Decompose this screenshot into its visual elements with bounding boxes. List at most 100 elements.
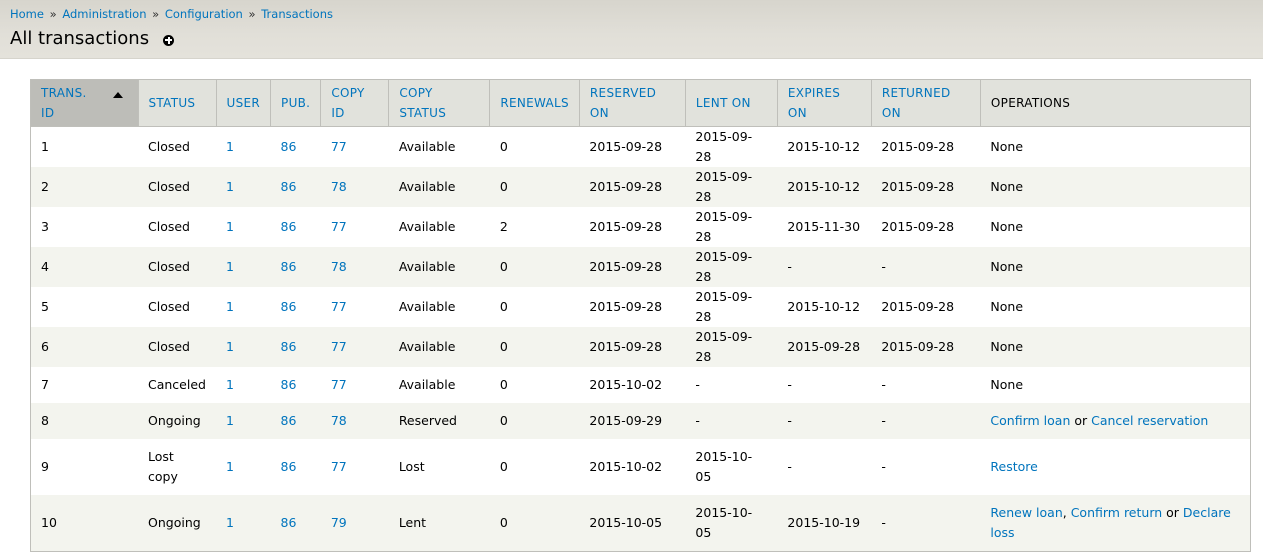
breadcrumb: Home » Administration » Configuration » … [10,7,333,21]
sort-link-trans-id[interactable]: TRANS. ID [41,83,93,123]
publication-link[interactable]: 86 [281,515,297,530]
sort-link-copy-id[interactable]: COPY ID [331,83,367,123]
copy-id-link[interactable]: 77 [331,299,347,314]
operations-cell: Confirm loan or Cancel reservation [980,402,1250,439]
copy-id-link[interactable]: 79 [331,515,347,530]
copy-id-cell: 78 [320,246,389,287]
publication-cell: 86 [270,438,321,495]
copy-id-link[interactable]: 77 [331,139,347,154]
lent-on-cell: 2015-10-05 [685,438,778,495]
user-link[interactable]: 1 [226,259,234,274]
publication-link[interactable]: 86 [281,299,297,314]
reserved-on-cell: 2015-09-28 [579,126,686,167]
column-header-status[interactable]: STATUS [138,80,217,127]
sort-link-renewals[interactable]: RENEWALS [500,96,569,110]
publication-link[interactable]: 86 [281,259,297,274]
user-link[interactable]: 1 [226,339,234,354]
publication-link[interactable]: 86 [281,459,297,474]
user-link[interactable]: 1 [226,459,234,474]
column-header-trans-id[interactable]: TRANS. ID [31,80,139,127]
column-header-reserved-on[interactable]: RESERVED ON [579,80,686,127]
user-link[interactable]: 1 [226,299,234,314]
expires-on-cell: 2015-10-12 [777,286,872,327]
operation-renew-loan-link[interactable]: Renew loan [990,505,1062,520]
lent-on-cell: 2015-09-28 [685,286,778,327]
renewals-cell: 0 [489,494,580,551]
reserved-on-cell: 2015-09-28 [579,286,686,327]
sort-ascending-icon [112,92,123,98]
copy-id-link[interactable]: 78 [331,179,347,194]
sort-link-expires-on[interactable]: EXPIRES ON [788,83,848,123]
sort-link-user[interactable]: USER [227,96,261,110]
copy-id-link[interactable]: 77 [331,219,347,234]
expires-on-cell: 2015-10-12 [777,166,872,207]
operation-text: or [1070,412,1092,428]
sort-link-pub[interactable]: PUB. [281,96,310,110]
publication-link[interactable]: 86 [281,139,297,154]
copy-id-link[interactable]: 78 [331,413,347,428]
status-cell: Closed [138,126,216,167]
publication-link[interactable]: 86 [281,413,297,428]
breadcrumb-administration-link[interactable]: Administration [62,7,146,21]
operation-restore-link[interactable]: Restore [990,459,1037,474]
trans-id-cell: 6 [31,326,138,367]
operation-text: None [990,138,1024,154]
copy-id-link[interactable]: 77 [331,459,347,474]
table-row: 5 Closed 1 86 77 Available 0 2015-09-28 2015-09-… [31,286,1250,327]
trans-id-cell: 1 [31,126,138,167]
reserved-on-cell: 2015-09-28 [579,206,686,247]
table-row: 9 Lost copy 1 86 77 Lost 0 2015-10-02 2015-10-05… [31,438,1250,495]
column-header-user[interactable]: USER [216,80,272,127]
column-header-returned-on[interactable]: RETURNED ON [871,80,981,127]
trans-id-cell: 10 [31,494,138,551]
user-link[interactable]: 1 [226,139,234,154]
user-cell: 1 [216,126,271,167]
renewals-cell: 0 [489,402,580,439]
copy-id-link[interactable]: 77 [331,377,347,392]
sort-link-status[interactable]: STATUS [149,96,196,110]
expires-on-cell: - [777,402,872,439]
publication-cell: 86 [270,246,321,287]
status-cell: Closed [138,326,216,367]
breadcrumb-home-link[interactable]: Home [10,7,44,21]
operation-confirm-loan-link[interactable]: Confirm loan [990,413,1070,428]
sort-link-returned-on[interactable]: RETURNED ON [882,83,957,123]
user-link[interactable]: 1 [226,377,234,392]
column-header-pub[interactable]: PUB. [270,80,322,127]
copy-id-link[interactable]: 77 [331,339,347,354]
column-header-lent-on[interactable]: LENT ON [685,80,778,127]
column-header-copy-status[interactable]: COPY STATUS [388,80,491,127]
publication-link[interactable]: 86 [281,219,297,234]
operation-cancel-reservation-link[interactable]: Cancel reservation [1091,413,1208,428]
trans-id-cell: 3 [31,206,138,247]
add-shortcut-icon[interactable] [163,34,175,46]
breadcrumb-configuration-link[interactable]: Configuration [165,7,243,21]
breadcrumb-transactions-link[interactable]: Transactions [261,7,333,21]
table-row: 7 Canceled 1 86 77 Available 0 2015-10-02- - - Non… [31,366,1250,403]
publication-cell: 86 [270,326,321,367]
user-link[interactable]: 1 [226,179,234,194]
status-cell: Ongoing [138,402,216,439]
publication-link[interactable]: 86 [281,339,297,354]
renewals-cell: 0 [489,366,580,403]
copy-status-cell: Lost [388,438,490,495]
column-header-renewals[interactable]: RENEWALS [489,80,580,127]
reserved-on-cell: 2015-09-29 [579,402,686,439]
user-link[interactable]: 1 [226,219,234,234]
sort-link-reserved-on[interactable]: RESERVED ON [590,83,670,123]
sort-link-lent-on[interactable]: LENT ON [696,96,751,110]
copy-id-cell: 77 [320,206,389,247]
operation-confirm-return-link[interactable]: Confirm return [1071,505,1162,520]
sort-link-copy-status[interactable]: COPY STATUS [399,83,455,123]
user-link[interactable]: 1 [226,413,234,428]
table-row: 4 Closed 1 86 78 Available 0 2015-09-28 2015-09-… [31,246,1250,287]
copy-id-link[interactable]: 78 [331,259,347,274]
publication-link[interactable]: 86 [281,179,297,194]
publication-link[interactable]: 86 [281,377,297,392]
user-link[interactable]: 1 [226,515,234,530]
publication-cell: 86 [270,494,321,551]
column-header-copy-id[interactable]: COPY ID [320,80,390,127]
expires-on-cell: - [777,366,872,403]
returned-on-cell: - [871,366,981,403]
column-header-expires-on[interactable]: EXPIRES ON [777,80,872,127]
